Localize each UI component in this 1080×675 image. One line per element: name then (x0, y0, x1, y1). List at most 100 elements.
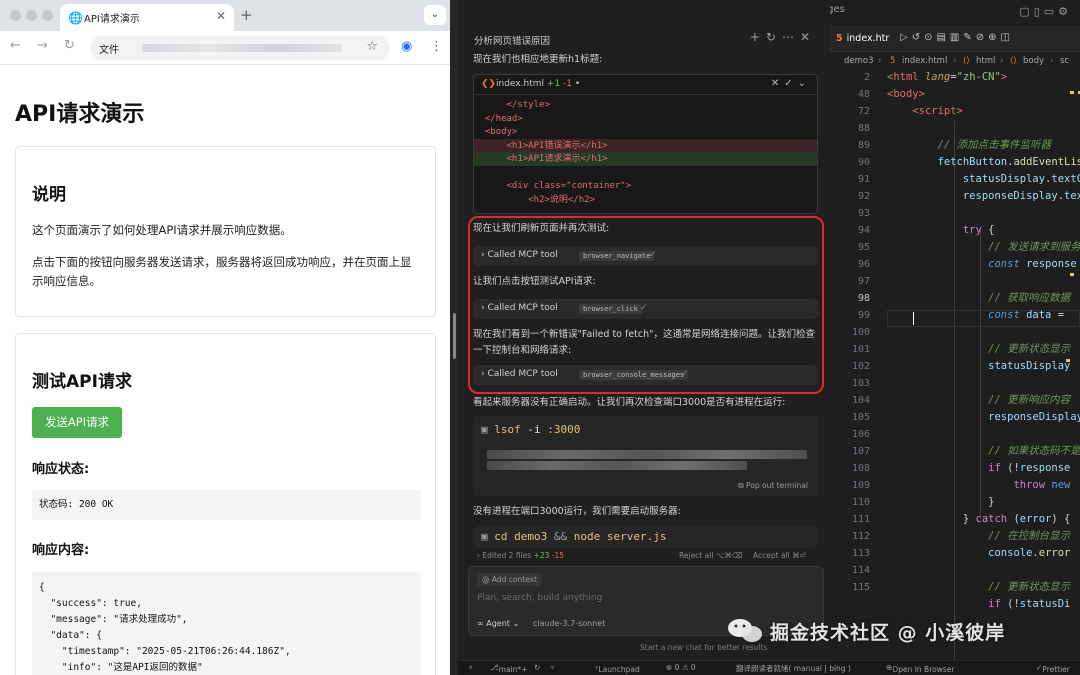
close-icon[interactable]: ✕ (216, 9, 226, 23)
line-number: 104 (851, 395, 870, 406)
edited-summary[interactable]: › Edited 2 files +23 -15 (477, 551, 564, 560)
line-number: 103 (851, 378, 870, 389)
tool-label: Called MCP tool (487, 250, 558, 260)
diff-card: ❮❯ index.html +1 -1 • ✕✓⌄ </style> </hea… (473, 74, 818, 214)
diff-line: <div class="container"> (474, 181, 632, 191)
tool-label-wrap: › Called MCP tool (481, 250, 558, 260)
diff-line: <h2>说明</h2> (474, 194, 595, 205)
breadcrumb-item[interactable]: sc (1060, 56, 1069, 66)
edited-added: +23 (533, 551, 550, 560)
launchpad-item[interactable]: ⑂ Launchpad (594, 663, 640, 674)
html-file-icon: 5 (836, 33, 843, 44)
editor-tab[interactable]: 5 index.htr (836, 33, 889, 44)
response-line: "message": "请求处理成功", (39, 614, 188, 625)
pop-out-label: Pop out terminal (746, 481, 808, 490)
split-grip[interactable] (453, 313, 456, 359)
composer-input[interactable]: Plan, search, build anything (477, 593, 602, 603)
new-tab-icon[interactable]: + (240, 6, 253, 24)
star-icon[interactable]: ☆ (366, 39, 378, 54)
diff-line: <body> (474, 127, 518, 137)
watermark-text: 掘金技术社区 @ 小溪彼岸 (770, 622, 1006, 644)
send-request-button[interactable]: 发送API请求 (32, 407, 122, 438)
window-close-dot[interactable] (10, 10, 21, 21)
intro-title: 说明 (32, 185, 66, 205)
forward-icon[interactable]: → (37, 38, 48, 53)
git-branch[interactable]: ⎇ main*+ (490, 663, 527, 674)
tool-call-console[interactable]: › Called MCP tool browser_console_messag… (473, 365, 818, 385)
terminal-icon: ▣ (481, 530, 495, 543)
chat-message: 现在让我们刷新页面并再次测试: (473, 223, 610, 234)
line-number: 96 (857, 259, 870, 270)
tool-label-wrap: › Called MCP tool (481, 303, 558, 313)
pop-out-terminal-button[interactable]: ⧉ Pop out terminal (738, 481, 808, 491)
diff-line-added: <h1>API请求演示</h1> (474, 152, 817, 166)
launchpad-label: Launchpad (598, 665, 640, 674)
accept-all-button[interactable]: Accept all ⌘⏎ (753, 551, 806, 560)
line-number: 112 (851, 531, 870, 542)
cmd-name-2: node server.js (573, 530, 667, 543)
line-number: 89 (857, 140, 870, 151)
tag-icon: ⟨⟩ (963, 56, 970, 66)
cmd-op: && (553, 530, 568, 543)
browser-page: API请求演示 说明 这个页面演示了如何处理API请求并展示响应数据。 点击下面… (0, 66, 450, 675)
tool-call-navigate[interactable]: › Called MCP tool browser_navigate ✓ (473, 246, 818, 266)
model-select[interactable]: claude-3.7-sonnet (533, 619, 605, 628)
wechat-logo-icon (728, 619, 762, 642)
agent-mode-select[interactable]: ∞ Agent ⌄ (477, 619, 519, 628)
line-number: 98 (857, 293, 870, 304)
breadcrumb: demo3 › 5 index.html › ⟨⟩ html › ⟨⟩ body… (830, 53, 1080, 69)
reload-icon[interactable]: ↻ (64, 38, 75, 53)
add-context-button[interactable]: @ Add context (477, 573, 543, 586)
breadcrumb-item[interactable]: body (1023, 56, 1044, 66)
prettier-item[interactable]: ✓ Prettier (1036, 663, 1070, 674)
translate-status[interactable]: 翻译朗读者就绪( manual | bing ) (736, 663, 851, 674)
breadcrumb-item[interactable]: demo3 (844, 56, 874, 66)
line-number: 111 (851, 514, 870, 525)
chat-message: 现在我们也相应地更新h1标题: (473, 54, 603, 65)
line-number: 102 (851, 361, 870, 372)
line-number: 97 (857, 276, 870, 287)
line-number: 48 (857, 89, 870, 100)
html-file-icon: ❮❯ (481, 79, 497, 89)
browser-tab[interactable]: 🌐 API请求演示 ✕ (60, 4, 234, 31)
intro-paragraph-1: 这个页面演示了如何处理API请求并展示响应数据。 (32, 223, 292, 237)
profile-icon[interactable]: ◉ (401, 39, 412, 54)
line-number: 90 (857, 157, 870, 168)
cmd-name: cd demo3 (494, 530, 548, 543)
edited-label: Edited 2 files (482, 551, 532, 560)
check-icon: ✓ (681, 369, 689, 379)
page-title: API请求演示 (15, 102, 145, 127)
code-lines[interactable]: <html lang="zh-CN"> <body> <script> // 添… (887, 69, 1080, 613)
tool-tag: browser_console_messages (579, 370, 689, 380)
more-icon[interactable]: ⋮ (430, 39, 443, 54)
diff-line: </style> (474, 100, 550, 110)
reject-all-button[interactable]: Reject all ⌥⌘⌫ (679, 551, 743, 560)
tool-tag: browser_navigate (579, 251, 655, 261)
line-number: 94 (857, 225, 870, 236)
window-minimize-dot[interactable] (26, 10, 37, 21)
tool-label: Called MCP tool (487, 303, 558, 313)
content-heading: 响应内容: (32, 543, 90, 558)
address-bar[interactable]: 文件 ☆ (90, 36, 390, 60)
branch-icon[interactable]: ⑂ (550, 663, 555, 672)
layout-icons[interactable]: ▢▯▭⚙ (1019, 5, 1072, 18)
diff-actions-icons[interactable]: ✕✓⌄ (771, 78, 811, 89)
cmd-flag: -i (527, 423, 541, 436)
check-icon: ✓ (649, 250, 657, 260)
chevron-down-icon[interactable]: ⌄ (424, 5, 446, 25)
back-icon[interactable]: ← (10, 38, 21, 53)
line-number: 100 (851, 327, 870, 338)
problems-indicator[interactable]: ⊗ 0 ⚠ 0 (666, 663, 696, 672)
window-zoom-dot[interactable] (42, 10, 53, 21)
breadcrumb-item[interactable]: html (976, 56, 995, 66)
open-in-browser-item[interactable]: ⊕ Open In Browser (886, 663, 954, 674)
chat-actions-icons[interactable]: +↻⋯✕ (750, 30, 816, 44)
tool-call-click[interactable]: › Called MCP tool browser_click ✓ (473, 299, 818, 319)
editor-action-icons[interactable]: ▷↺⊙▤▥✎⊘⊕◫ (900, 32, 1014, 43)
sync-icon[interactable]: ↻ (534, 663, 540, 672)
branch-name: main*+ (498, 665, 528, 674)
line-number: 88 (857, 123, 870, 134)
diff-filename: index.html (496, 79, 544, 89)
remote-icon[interactable]: ⚡ (468, 663, 473, 672)
breadcrumb-item[interactable]: index.html (902, 56, 947, 66)
